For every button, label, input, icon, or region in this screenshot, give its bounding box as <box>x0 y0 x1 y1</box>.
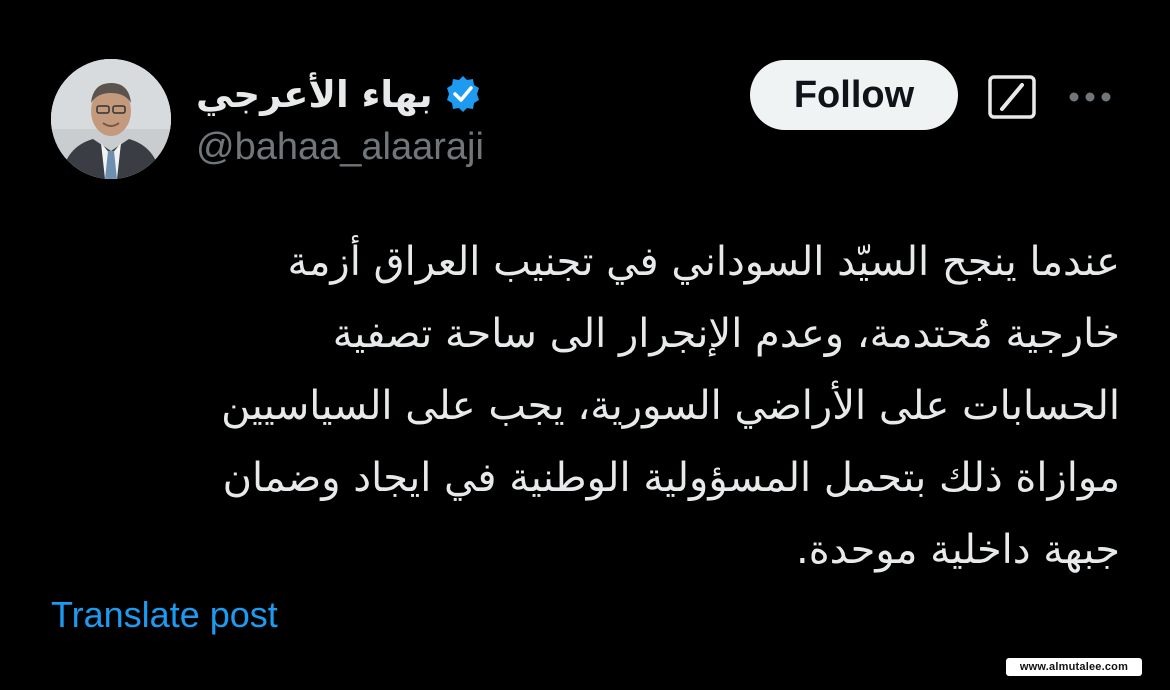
tweet-text-line: موازاة ذلك بتحمل المسؤولية الوطنية في اي… <box>222 455 1120 501</box>
more-options-icon[interactable] <box>1066 83 1114 111</box>
author-name-row: بهاء الأعرجي <box>196 66 483 122</box>
profile-photo-icon <box>51 59 171 179</box>
follow-button[interactable]: Follow <box>750 60 958 130</box>
grok-icon[interactable] <box>988 75 1036 119</box>
tweet-text-line: جبهة داخلية موحدة. <box>795 527 1120 573</box>
site-watermark: www.almutalee.com <box>1006 658 1142 676</box>
author-handle[interactable]: @bahaa_alaaraji <box>196 126 484 169</box>
author-avatar[interactable] <box>51 59 171 179</box>
translate-post-link[interactable]: Translate post <box>51 594 278 636</box>
tweet-text: عندما ينجح السيّد السوداني في تجنيب العر… <box>60 226 1120 586</box>
verified-badge-icon <box>446 76 479 112</box>
author-display-name[interactable]: بهاء الأعرجي <box>196 73 433 116</box>
tweet-text-line: عندما ينجح السيّد السوداني في تجنيب العر… <box>287 239 1120 285</box>
tweet-text-line: الحسابات على الأراضي السورية، يجب على ال… <box>221 383 1120 429</box>
tweet-text-line: خارجية مُحتدمة، وعدم الإنجرار الى ساحة ت… <box>332 311 1120 357</box>
